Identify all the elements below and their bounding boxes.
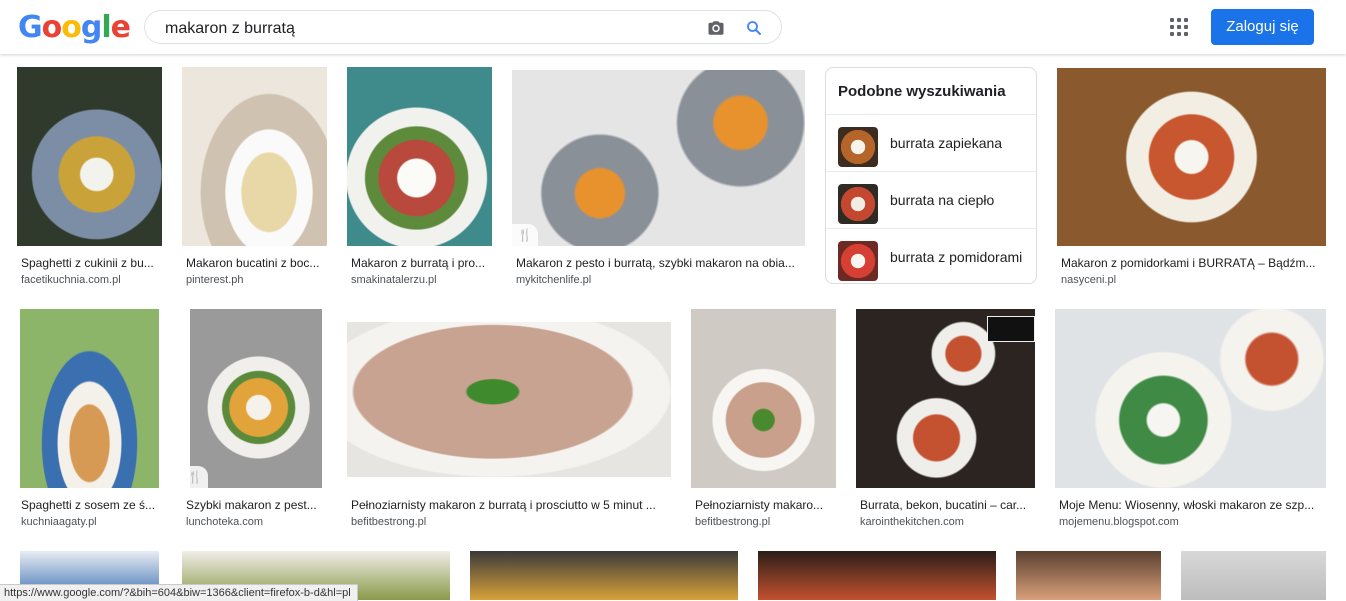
- result-source: befitbestrong.pl: [351, 516, 427, 528]
- result-title[interactable]: Makaron z pesto i burratą, szybki makaro…: [516, 256, 804, 270]
- recipe-fork-icon: 🍴: [512, 224, 538, 246]
- related-thumbnail: [838, 127, 878, 167]
- result-title[interactable]: Spaghetti z sosem ze ś...: [21, 498, 159, 512]
- google-logo[interactable]: Google: [18, 10, 131, 45]
- result-image[interactable]: [1057, 68, 1326, 246]
- result-source: smakinatalerzu.pl: [351, 274, 437, 286]
- result-source: nasyceni.pl: [1061, 274, 1117, 286]
- result-image[interactable]: [20, 309, 159, 488]
- recipe-fork-icon: 🍴: [182, 466, 208, 488]
- result-image[interactable]: [347, 322, 671, 477]
- result-title[interactable]: Makaron z pomidorkami i BURRATĄ – Bądźm.…: [1061, 256, 1325, 270]
- result-title[interactable]: Moje Menu: Wiosenny, włoski makaron ze s…: [1059, 498, 1325, 512]
- logo-letter: o: [61, 10, 82, 45]
- result-source: befitbestrong.pl: [695, 516, 771, 528]
- search-icon[interactable]: [745, 19, 763, 37]
- result-source: mojemenu.blogspot.com: [1059, 516, 1179, 528]
- result-source: facetikuchnia.com.pl: [21, 274, 121, 286]
- logo-letter: l: [101, 10, 111, 45]
- result-image[interactable]: [1055, 309, 1326, 488]
- related-searches-card: Podobne wyszukiwania burrata zapiekana b…: [825, 67, 1037, 284]
- related-item[interactable]: burrata na ciepło: [826, 171, 1036, 228]
- search-input[interactable]: [163, 17, 687, 41]
- related-label: burrata z pomidorami: [890, 249, 1023, 265]
- top-bar: Google Zaloguj się: [0, 0, 1346, 54]
- result-image[interactable]: [347, 67, 492, 246]
- logo-letter: o: [41, 10, 63, 45]
- result-image[interactable]: [470, 551, 738, 600]
- result-title[interactable]: Pełnoziarnisty makaro...: [695, 498, 833, 512]
- result-source: lunchoteka.com: [186, 516, 264, 528]
- result-title[interactable]: Pełnoziarnisty makaron z burratą i prosc…: [351, 498, 671, 512]
- result-image[interactable]: [190, 309, 322, 488]
- result-title[interactable]: Spaghetti z cukinii z bu...: [21, 256, 161, 270]
- result-image[interactable]: [691, 309, 836, 488]
- result-image[interactable]: [512, 70, 805, 246]
- related-label: burrata na ciepło: [890, 192, 995, 208]
- result-image[interactable]: [758, 551, 996, 600]
- related-searches-title: Podobne wyszukiwania: [838, 83, 1006, 100]
- result-image[interactable]: [17, 67, 162, 246]
- related-item[interactable]: burrata z pomidorami: [826, 228, 1036, 285]
- logo-letter: G: [18, 10, 43, 45]
- apps-grid-icon[interactable]: [1170, 18, 1188, 36]
- result-source: mykitchenlife.pl: [516, 274, 592, 286]
- search-box: [144, 10, 782, 44]
- result-source: kuchniaagaty.pl: [21, 516, 97, 528]
- parental-advisory-label: [987, 316, 1035, 342]
- related-item[interactable]: burrata zapiekana: [826, 114, 1036, 171]
- result-image[interactable]: [182, 67, 327, 246]
- related-thumbnail: [838, 241, 878, 281]
- result-source: pinterest.ph: [186, 274, 244, 286]
- result-title[interactable]: Makaron bucatini z boc...: [186, 256, 326, 270]
- logo-letter: g: [80, 10, 103, 45]
- camera-icon[interactable]: [707, 19, 725, 37]
- result-source: karointhekitchen.com: [860, 516, 964, 528]
- status-url: https://www.google.com/?&bih=604&biw=136…: [0, 584, 358, 601]
- result-title[interactable]: Szybki makaron z pest...: [186, 498, 324, 512]
- result-title[interactable]: Makaron z burratą i pro...: [351, 256, 491, 270]
- related-thumbnail: [838, 184, 878, 224]
- related-label: burrata zapiekana: [890, 135, 1003, 151]
- result-title[interactable]: Burrata, bekon, bucatini – car...: [860, 498, 1032, 512]
- login-button[interactable]: Zaloguj się: [1211, 9, 1314, 45]
- logo-letter: e: [110, 10, 131, 45]
- result-image[interactable]: [1181, 551, 1326, 600]
- result-image[interactable]: [1016, 551, 1161, 600]
